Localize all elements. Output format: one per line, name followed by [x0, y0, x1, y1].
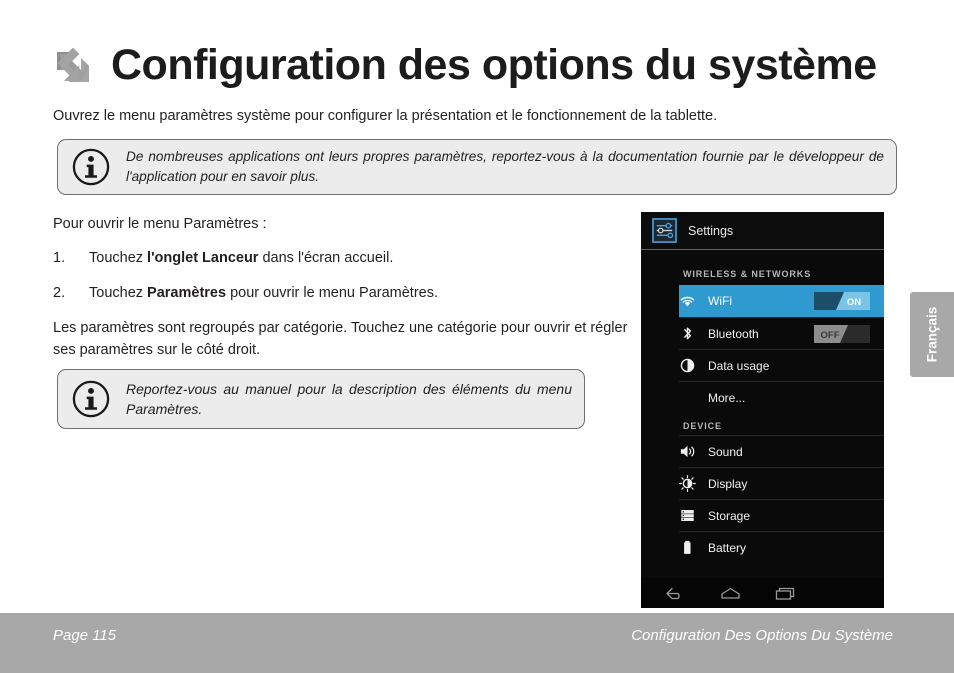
note-text: Reportez-vous au manuel pour la descript… — [126, 380, 572, 417]
note-box-manual: Reportez-vous au manuel pour la descript… — [57, 369, 585, 429]
step-text: Touchez Paramètres pour ouvrir le menu P… — [89, 285, 438, 301]
sound-icon — [680, 445, 695, 458]
settings-row-display[interactable]: Display — [679, 467, 884, 499]
toggle-label-off: OFF — [821, 330, 840, 341]
info-icon — [72, 380, 110, 418]
settings-row-label: Data usage — [708, 358, 770, 373]
android-nav-bar — [641, 578, 884, 608]
instructions-lead: Pour ouvrir le menu Paramètres : — [53, 216, 267, 232]
settings-row-label: Battery — [708, 540, 747, 555]
settings-row-label: Sound — [708, 444, 743, 459]
instruction-step-1: 1. Touchez l'onglet Lanceur dans l'écran… — [53, 250, 393, 266]
page-title: Configuration des options du système — [111, 41, 877, 89]
settings-row-bluetooth[interactable]: Bluetooth OFF — [679, 317, 884, 349]
section-label-wireless: WIRELESS & NETWORKS — [683, 269, 812, 279]
info-icon — [72, 148, 110, 186]
data-usage-icon — [680, 358, 695, 373]
settings-sliders-icon — [652, 218, 677, 243]
storage-icon — [681, 510, 694, 521]
note-box-applications: De nombreuses applications ont leurs pro… — [57, 139, 897, 195]
settings-row-label: Display — [708, 476, 748, 491]
note-text: De nombreuses applications ont leurs pro… — [126, 149, 884, 184]
page-footer: Page 115 Configuration Des Options Du Sy… — [0, 613, 954, 673]
settings-row-wifi[interactable]: WiFi ON — [679, 285, 884, 317]
step-number: 2. — [53, 285, 66, 301]
tablet-app-title: Settings — [688, 223, 734, 238]
bluetooth-icon — [684, 327, 692, 340]
step-number: 1. — [53, 250, 66, 266]
display-icon — [679, 475, 696, 492]
toggle-label-on: ON — [847, 297, 861, 308]
language-tab-label: Français — [924, 306, 940, 363]
back-icon[interactable] — [663, 585, 688, 602]
battery-icon — [684, 540, 691, 554]
step-text: Touchez l'onglet Lanceur dans l'écran ac… — [89, 250, 394, 266]
settings-row-more[interactable]: More... — [679, 381, 884, 413]
section-label-device: DEVICE — [683, 421, 722, 431]
bluetooth-toggle-off[interactable]: OFF — [814, 324, 870, 343]
recents-icon[interactable] — [773, 585, 798, 602]
settings-list: WIRELESS & NETWORKS WiFi ON Bluetooth OF… — [641, 250, 884, 563]
footer-section-title: Configuration Des Options Du Système — [631, 627, 893, 644]
settings-row-label: WiFi — [708, 294, 732, 308]
arrow-down-right-icon — [57, 47, 89, 82]
settings-row-label: Bluetooth — [708, 326, 759, 341]
language-tab-francais[interactable]: Français — [910, 292, 954, 377]
settings-row-battery[interactable]: Battery — [679, 531, 884, 563]
tablet-app-header: Settings — [641, 212, 884, 250]
wifi-toggle-on[interactable]: ON — [814, 292, 870, 310]
wifi-icon — [680, 296, 695, 306]
settings-row-label: Storage — [708, 508, 751, 523]
settings-row-data-usage[interactable]: Data usage — [679, 349, 884, 381]
intro-paragraph: Ouvrez le menu paramètres système pour c… — [53, 108, 718, 124]
settings-row-sound[interactable]: Sound — [679, 435, 884, 467]
instruction-step-2: 2. Touchez Paramètres pour ouvrir le men… — [53, 285, 438, 301]
home-icon[interactable] — [718, 585, 743, 602]
settings-row-storage[interactable]: Storage — [679, 499, 884, 531]
settings-row-label: More... — [708, 390, 746, 405]
instructions-paragraph: Les paramètres sont regroupés par catégo… — [53, 320, 628, 358]
tablet-settings-screenshot: Settings WIRELESS & NETWORKS WiFi ON Blu… — [641, 212, 884, 608]
footer-page-number: Page 115 — [53, 627, 117, 644]
page-title-row: Configuration des options du système — [53, 44, 877, 87]
